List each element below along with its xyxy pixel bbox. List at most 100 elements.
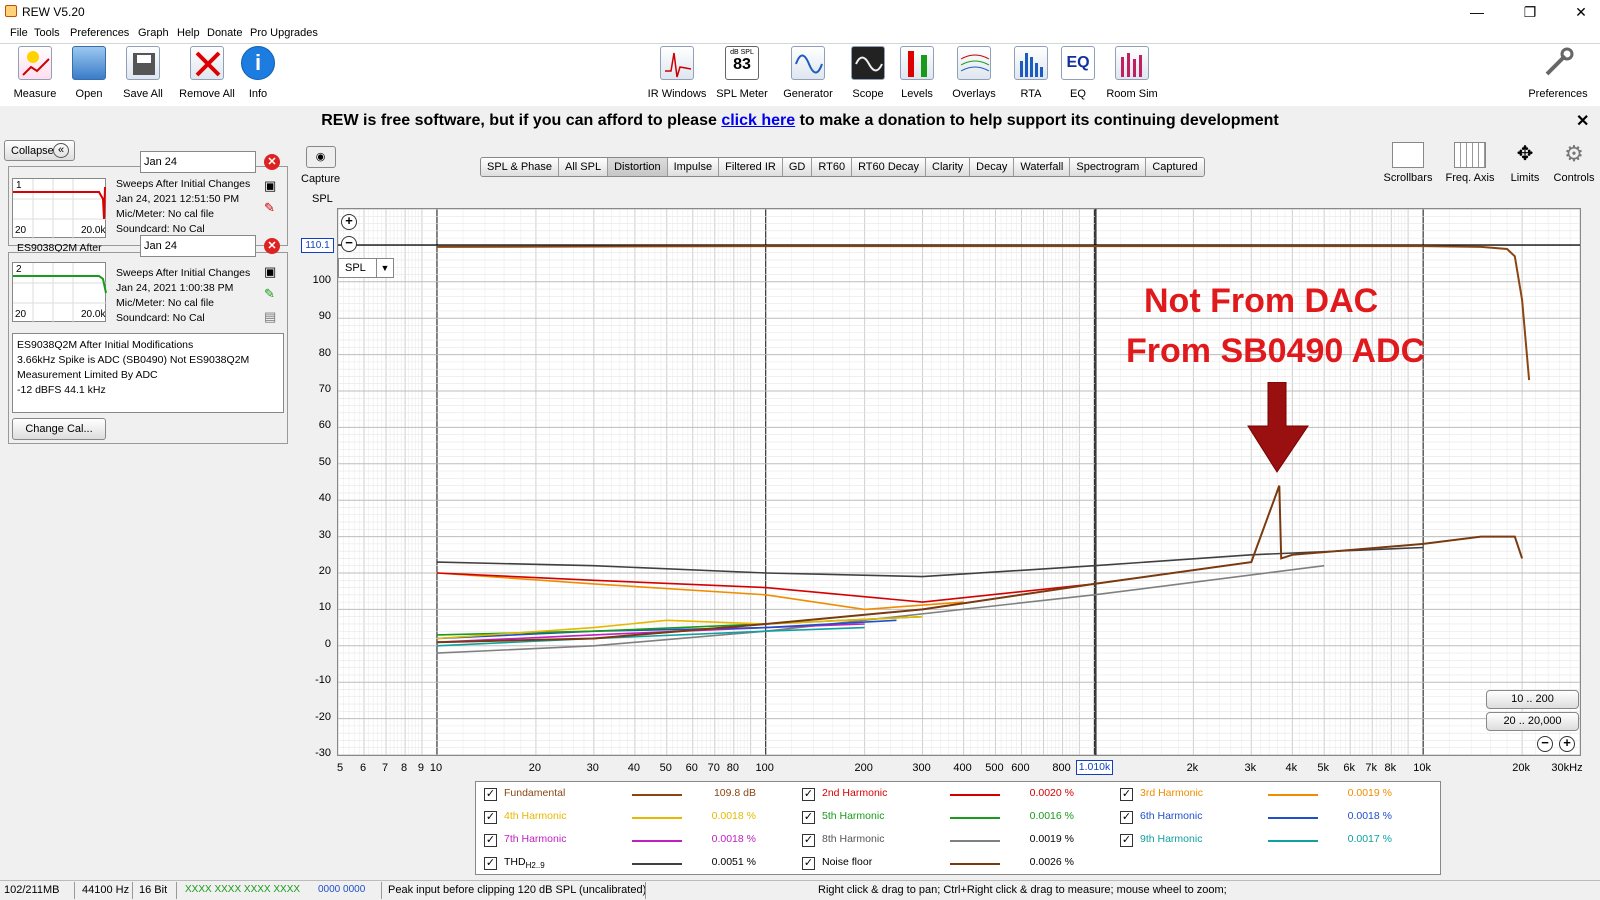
measurement-1-name-field[interactable]: Jan 24 bbox=[140, 151, 256, 173]
limits-button[interactable]: ✥ Limits bbox=[1505, 142, 1545, 184]
range-20-20000-button[interactable]: 20 .. 20,000 bbox=[1486, 712, 1579, 731]
menu-tools[interactable]: Tools bbox=[34, 27, 60, 39]
measurement-card-1[interactable]: 1 20 20.0k Sweeps After Initial Changes … bbox=[8, 166, 288, 254]
legend-item-3rd-harmonic[interactable]: ✓ 3rd Harmonic 0.0019 % bbox=[1118, 784, 1418, 806]
generator-button[interactable]: Generator bbox=[780, 46, 836, 100]
x-tick-label: 300 bbox=[912, 762, 931, 774]
menu-help[interactable]: Help bbox=[177, 27, 200, 39]
remove-measurement-1-icon[interactable]: ✕ bbox=[264, 154, 280, 170]
distortion-graph[interactable] bbox=[337, 208, 1581, 756]
spl-select[interactable]: ▼ SPL bbox=[338, 258, 394, 278]
remove-measurement-2-icon[interactable]: ✕ bbox=[264, 238, 280, 254]
save-measurement-2-icon[interactable]: ▣ bbox=[264, 264, 276, 280]
scrollbars-button[interactable]: Scrollbars bbox=[1382, 142, 1434, 184]
legend-item-7th-harmonic[interactable]: ✓ 7th Harmonic 0.0018 % bbox=[482, 830, 782, 852]
legend-checkbox[interactable]: ✓ bbox=[1120, 788, 1133, 801]
measurement-2-thumbnail[interactable]: 2 20 20.0k bbox=[12, 262, 107, 323]
measure-button[interactable]: Measure bbox=[10, 46, 60, 100]
legend-item-6th-harmonic[interactable]: ✓ 6th Harmonic 0.0018 % bbox=[1118, 807, 1418, 829]
scope-button[interactable]: Scope bbox=[848, 46, 888, 100]
tab-gd[interactable]: GD bbox=[782, 158, 813, 176]
open-button[interactable]: Open bbox=[67, 46, 111, 100]
x-tick-label: 5k bbox=[1317, 762, 1329, 774]
tab-rt60[interactable]: RT60 bbox=[812, 158, 853, 176]
donate-link[interactable]: click here bbox=[721, 112, 795, 129]
distortion-graph-svg[interactable] bbox=[337, 208, 1581, 756]
legend-checkbox[interactable]: ✓ bbox=[802, 811, 815, 824]
legend-item-noise-floor[interactable]: ✓ Noise floor 0.0026 % bbox=[800, 853, 1100, 875]
legend-checkbox[interactable]: ✓ bbox=[1120, 834, 1133, 847]
tab-decay[interactable]: Decay bbox=[970, 158, 1015, 176]
tab-waterfall[interactable]: Waterfall bbox=[1014, 158, 1071, 176]
close-window-button[interactable]: ✕ bbox=[1566, 2, 1596, 22]
y-tick-label: 30 bbox=[318, 528, 331, 541]
zoom-out-y-icon[interactable]: − bbox=[341, 236, 357, 252]
change-cal-button[interactable]: Change Cal... bbox=[12, 418, 106, 440]
legend-item-4th-harmonic[interactable]: ✓ 4th Harmonic 0.0018 % bbox=[482, 807, 782, 829]
menu-donate[interactable]: Donate bbox=[207, 27, 242, 39]
menu-preferences[interactable]: Preferences bbox=[70, 27, 129, 39]
tab-spectrogram[interactable]: Spectrogram bbox=[1070, 158, 1147, 176]
tab-captured[interactable]: Captured bbox=[1146, 158, 1204, 176]
tab-spl-phase[interactable]: SPL & Phase bbox=[481, 158, 560, 176]
preferences-button[interactable]: Preferences bbox=[1525, 46, 1591, 100]
zoom-in-y-icon[interactable]: + bbox=[341, 214, 357, 230]
color-measurement-2-icon[interactable]: ✎ bbox=[264, 286, 275, 302]
tab-distortion[interactable]: Distortion bbox=[608, 158, 668, 176]
notes-measurement-2-icon[interactable]: ▤ bbox=[264, 309, 276, 325]
legend-checkbox[interactable]: ✓ bbox=[802, 788, 815, 801]
minimize-button[interactable]: — bbox=[1462, 2, 1492, 22]
banner-close-icon[interactable]: ✕ bbox=[1576, 111, 1589, 131]
legend-checkbox[interactable]: ✓ bbox=[484, 811, 497, 824]
room-sim-button[interactable]: Room Sim bbox=[1102, 46, 1162, 100]
legend-item-8th-harmonic[interactable]: ✓ 8th Harmonic 0.0019 % bbox=[800, 830, 1100, 852]
save-measurement-1-icon[interactable]: ▣ bbox=[264, 178, 276, 194]
legend-checkbox[interactable]: ✓ bbox=[802, 834, 815, 847]
eq-button[interactable]: EQ EQ bbox=[1060, 46, 1096, 100]
menu-file[interactable]: File bbox=[10, 27, 28, 39]
remove-all-button[interactable]: Remove All bbox=[177, 46, 237, 100]
tab-clarity[interactable]: Clarity bbox=[926, 158, 971, 176]
zoom-out-x-icon[interactable]: − bbox=[1537, 736, 1553, 752]
collapse-button[interactable]: Collapse « bbox=[4, 140, 75, 161]
freq-axis-button[interactable]: Freq. Axis bbox=[1442, 142, 1498, 184]
overlays-button[interactable]: Overlays bbox=[950, 46, 998, 100]
menu-pro-upgrades[interactable]: Pro Upgrades bbox=[250, 27, 318, 39]
legend-item-2nd-harmonic[interactable]: ✓ 2nd Harmonic 0.0020 % bbox=[800, 784, 1100, 806]
legend-swatch bbox=[1268, 840, 1318, 842]
legend-value: 0.0019 % bbox=[1347, 787, 1392, 799]
tab-rt60-decay[interactable]: RT60 Decay bbox=[852, 158, 926, 176]
capture-button[interactable]: ◉ Capture bbox=[301, 146, 340, 185]
range-10-200-button[interactable]: 10 .. 200 bbox=[1486, 690, 1579, 709]
x-tick-label: 60 bbox=[685, 762, 698, 774]
legend-swatch bbox=[950, 794, 1000, 796]
legend-item-thd[interactable]: ✓ THDH2..9 0.0051 % bbox=[482, 853, 782, 875]
tab-impulse[interactable]: Impulse bbox=[667, 158, 720, 176]
legend-checkbox[interactable]: ✓ bbox=[484, 834, 497, 847]
rta-icon bbox=[1014, 46, 1048, 80]
spl-meter-button[interactable]: dB SPL 83 SPL Meter bbox=[714, 46, 770, 100]
rta-button[interactable]: RTA bbox=[1013, 46, 1049, 100]
legend-item-fundamental[interactable]: ✓ Fundamental 109.8 dB bbox=[482, 784, 782, 806]
legend-item-5th-harmonic[interactable]: ✓ 5th Harmonic 0.0016 % bbox=[800, 807, 1100, 829]
measurement-2-name-field[interactable]: Jan 24 bbox=[140, 235, 256, 257]
color-measurement-1-icon[interactable]: ✎ bbox=[264, 200, 275, 216]
measurement-notes[interactable]: ES9038Q2M After Initial Modifications 3.… bbox=[12, 333, 284, 413]
legend-value: 0.0051 % bbox=[711, 856, 756, 868]
ir-windows-button[interactable]: IR Windows bbox=[645, 46, 709, 100]
legend-item-9th-harmonic[interactable]: ✓ 9th Harmonic 0.0017 % bbox=[1118, 830, 1418, 852]
legend-checkbox[interactable]: ✓ bbox=[802, 857, 815, 870]
maximize-button[interactable]: ❐ bbox=[1515, 2, 1545, 22]
tab-filtered-ir[interactable]: Filtered IR bbox=[719, 158, 783, 176]
legend-checkbox[interactable]: ✓ bbox=[1120, 811, 1133, 824]
menu-graph[interactable]: Graph bbox=[138, 27, 169, 39]
info-button[interactable]: i Info bbox=[241, 46, 275, 100]
tab-all-spl[interactable]: All SPL bbox=[559, 158, 609, 176]
measurement-1-thumbnail[interactable]: 1 20 20.0k bbox=[12, 178, 107, 239]
legend-checkbox[interactable]: ✓ bbox=[484, 788, 497, 801]
controls-button[interactable]: ⚙ Controls bbox=[1552, 142, 1596, 185]
save-all-button[interactable]: Save All bbox=[120, 46, 166, 100]
levels-button[interactable]: Levels bbox=[897, 46, 937, 100]
legend-checkbox[interactable]: ✓ bbox=[484, 857, 497, 870]
zoom-in-x-icon[interactable]: + bbox=[1559, 736, 1575, 752]
